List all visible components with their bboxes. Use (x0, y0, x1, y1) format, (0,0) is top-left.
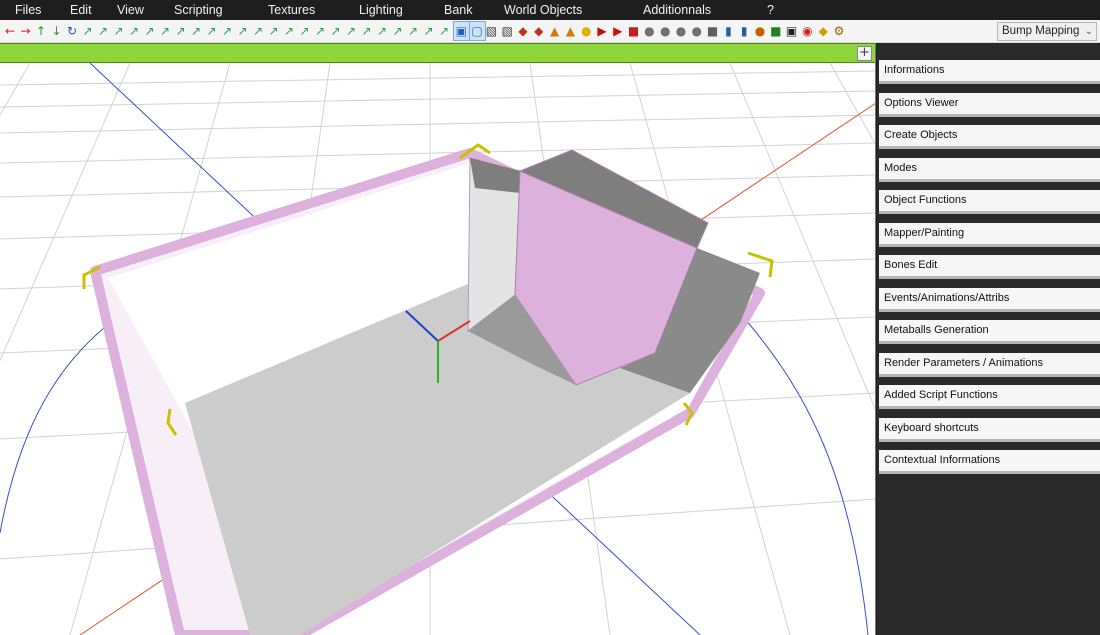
diamond-icon[interactable]: ◆ (816, 22, 830, 40)
film-icon[interactable]: ▣ (785, 22, 799, 40)
axis-icon[interactable]: ↗ (282, 22, 296, 40)
panel-options-viewer[interactable]: Options Viewer (879, 93, 1100, 117)
shape-icon[interactable]: ◆ (516, 22, 530, 40)
menu-additionnals[interactable]: Additionnals (643, 3, 711, 17)
axis-icon[interactable]: ↗ (143, 22, 157, 40)
shape-icon[interactable]: ◆ (532, 22, 546, 40)
render-mode-select[interactable]: Bump Mapping ⌄ (997, 22, 1097, 41)
hand-icon[interactable]: ■ (706, 22, 720, 40)
axis-icon[interactable]: ↗ (81, 22, 95, 40)
cube-icon[interactable]: ▧ (484, 22, 498, 40)
axis-icon[interactable]: ↗ (344, 22, 358, 40)
menu-textures[interactable]: Textures (268, 3, 315, 17)
viewport-header-bar: + (0, 43, 875, 63)
bottle-icon[interactable]: ▮ (721, 22, 735, 40)
axis-icon[interactable]: ↗ (96, 22, 110, 40)
sprite-icon[interactable]: ● (642, 22, 656, 40)
viewport-scene[interactable] (0, 63, 876, 635)
paint-icon[interactable]: ■ (627, 22, 641, 40)
chip-icon[interactable]: ■ (769, 22, 783, 40)
panel-informations[interactable]: Informations (879, 60, 1100, 84)
panel-create-objects[interactable]: Create Objects (879, 125, 1100, 149)
axis-icon[interactable]: ↗ (406, 22, 420, 40)
rotate-icon[interactable]: ↻ (65, 22, 79, 40)
panel-object-functions[interactable]: Object Functions (879, 190, 1100, 214)
arrow-left-icon[interactable]: ← (3, 22, 17, 40)
menu-bank[interactable]: Bank (444, 3, 473, 17)
pin-icon[interactable]: ● (753, 22, 767, 40)
gear-icon[interactable]: ⚙ (832, 22, 846, 40)
toolbar: ← → ↑ ↓ ↻ ↗ ↗ ↗ ↗ ↗ ↗ ↗ ↗ ↗ ↗ ↗ ↗ ↗ ↗ ↗ ↗ ↗ ↗ ↗ ↗ ↗ ↗ ↗ ↗ ▣ ▢ ▧ ▧ ◆ ◆ ▲ ▲ ● ▶ ▶… (0, 20, 1100, 43)
arrow-right-icon[interactable]: → (19, 22, 33, 40)
chevron-down-icon: ⌄ (1084, 26, 1093, 37)
cube-icon[interactable]: ▧ (500, 22, 514, 40)
axis-icon[interactable]: ↗ (267, 22, 281, 40)
axis-icon[interactable]: ↗ (437, 22, 451, 40)
axis-icon[interactable]: ↗ (298, 22, 312, 40)
panel-added-script-functions[interactable]: Added Script Functions (879, 385, 1100, 409)
sprite-icon[interactable]: ● (658, 22, 672, 40)
axis-icon[interactable]: ↗ (174, 22, 188, 40)
panel-events-animations-attribs[interactable]: Events/Animations/Attribs (879, 288, 1100, 312)
panel-metaballs-generation[interactable]: Metaballs Generation (879, 320, 1100, 344)
menu-view[interactable]: View (117, 3, 144, 17)
axis-icon[interactable]: ↗ (127, 22, 141, 40)
play-icon[interactable]: ▶ (611, 22, 625, 40)
flag-icon[interactable]: ▶ (595, 22, 609, 40)
render-mode-value: Bump Mapping (1002, 25, 1080, 37)
select-vertex-icon[interactable]: ▣ (452, 21, 470, 41)
viewport-plus-button[interactable]: + (857, 46, 872, 61)
sprite-icon[interactable]: ● (690, 22, 704, 40)
axis-icon[interactable]: ↗ (220, 22, 234, 40)
sprite-icon[interactable]: ● (674, 22, 688, 40)
axis-icon[interactable]: ↗ (360, 22, 374, 40)
menu-edit[interactable]: Edit (70, 3, 92, 17)
arrow-down-icon[interactable]: ↓ (50, 22, 64, 40)
axis-icon[interactable]: ↗ (375, 22, 389, 40)
axis-icon[interactable]: ↗ (313, 22, 327, 40)
cone-icon[interactable]: ▲ (548, 22, 562, 40)
side-panel: Informations Options Viewer Create Objec… (877, 43, 1100, 635)
arrow-up-icon[interactable]: ↑ (34, 22, 48, 40)
axis-icon[interactable]: ↗ (205, 22, 219, 40)
menu-files[interactable]: Files (15, 3, 41, 17)
axis-icon[interactable]: ↗ (112, 22, 126, 40)
menu-lighting[interactable]: Lighting (359, 3, 403, 17)
panel-render-parameters[interactable]: Render Parameters / Animations (879, 353, 1100, 377)
axis-icon[interactable]: ↗ (422, 22, 436, 40)
menu-help[interactable]: ? (767, 3, 774, 17)
axis-icon[interactable]: ↗ (391, 22, 405, 40)
panel-mapper-painting[interactable]: Mapper/Painting (879, 223, 1100, 247)
menu-world-objects[interactable]: World Objects (504, 3, 582, 17)
axis-icon[interactable]: ↗ (236, 22, 250, 40)
axis-icon[interactable]: ↗ (251, 22, 265, 40)
panel-contextual-informations[interactable]: Contextual Informations (879, 450, 1100, 474)
panel-keyboard-shortcuts[interactable]: Keyboard shortcuts (879, 418, 1100, 442)
axis-icon[interactable]: ↗ (329, 22, 343, 40)
select-face-icon[interactable]: ▢ (468, 21, 486, 41)
panel-modes[interactable]: Modes (879, 158, 1100, 182)
axis-icon[interactable]: ↗ (189, 22, 203, 40)
light-bulb-icon[interactable]: ● (579, 22, 593, 40)
bottle-icon[interactable]: ▮ (737, 22, 751, 40)
menu-bar: Files Edit View Scripting Textures Light… (0, 0, 1100, 20)
target-icon[interactable]: ◉ (800, 22, 814, 40)
cone-icon[interactable]: ▲ (563, 22, 577, 40)
3d-viewport[interactable]: + (0, 43, 876, 635)
menu-scripting[interactable]: Scripting (174, 3, 223, 17)
axis-icon[interactable]: ↗ (158, 22, 172, 40)
panel-bones-edit[interactable]: Bones Edit (879, 255, 1100, 279)
